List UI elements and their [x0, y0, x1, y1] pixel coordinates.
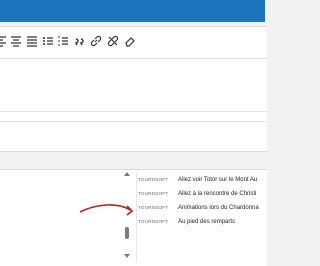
blockquote-icon[interactable] [73, 34, 87, 48]
align-justify-icon[interactable] [25, 34, 39, 48]
item-source: TOURNSOFT [138, 191, 169, 196]
align-center-icon[interactable] [9, 34, 23, 48]
list-item[interactable]: TOURNSOFT Allez à la rencontre de Christ… [138, 187, 265, 201]
item-title: Animations lors du Chardonna [178, 205, 259, 211]
unlink-icon[interactable] [106, 34, 120, 48]
link-icon[interactable] [89, 34, 103, 48]
item-source: TOURNSOFT [138, 205, 169, 210]
list-item[interactable]: TOURNSOFT Au pied des remparts [138, 215, 265, 229]
item-title: Allez voir Totor sur le Mont Au [178, 177, 258, 183]
editor-toolbar [0, 30, 267, 54]
item-source: TOURNSOFT [138, 219, 169, 224]
field-divider [0, 111, 267, 112]
item-title: Au pied des remparts [178, 219, 236, 225]
scroll-down-icon[interactable] [124, 254, 130, 258]
align-left-icon[interactable] [0, 34, 8, 48]
item-source: TOURNSOFT [138, 177, 169, 182]
toolbar-divider [0, 58, 267, 59]
list-item[interactable]: TOURNSOFT Allez voir Totor sur le Mont A… [138, 173, 265, 187]
list-item[interactable]: TOURNSOFT Animations lors du Chardonna [138, 201, 265, 215]
annotation-arrow-icon [79, 204, 134, 216]
item-title: Allez à la rencontre de Christi [178, 191, 257, 197]
bullet-list-icon[interactable] [41, 34, 55, 48]
numbered-list-icon[interactable] [56, 34, 70, 48]
scroll-thumb[interactable] [125, 227, 129, 239]
top-bar [0, 0, 265, 22]
eraser-icon[interactable] [123, 34, 137, 48]
scroll-up-icon[interactable] [124, 172, 130, 176]
field-divider [0, 121, 267, 122]
